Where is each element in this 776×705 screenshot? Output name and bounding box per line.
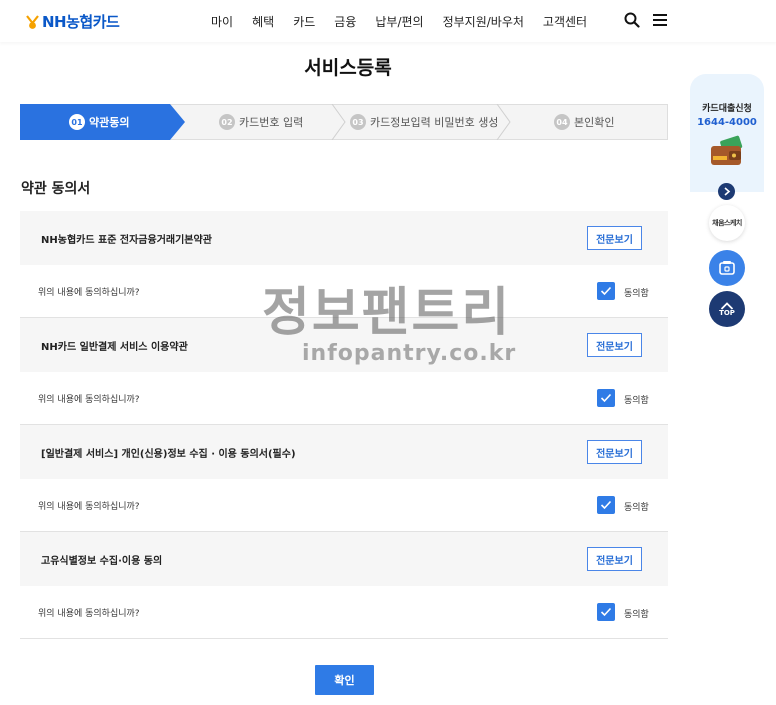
loan-phone: 1644-4000	[697, 117, 757, 128]
term-title: [일반결제 서비스] 개인(신용)정보 수집 · 이용 동의서(필수)	[41, 449, 296, 460]
nav-item-card[interactable]: 카드	[293, 13, 315, 30]
top-button[interactable]: TOP	[709, 291, 745, 327]
agree-checkbox[interactable]	[597, 389, 615, 407]
section-title: 약관 동의서	[21, 181, 91, 197]
loan-arrow-button[interactable]	[718, 183, 735, 200]
step-4: 04 본인확인	[554, 105, 614, 139]
nh-logo[interactable]: NH농협카드	[26, 11, 120, 32]
nav-item-customer-center[interactable]: 고객센터	[543, 13, 587, 30]
step-number: 04	[554, 114, 570, 130]
wallet-app-button[interactable]	[709, 250, 745, 286]
confirm-button[interactable]: 확인	[315, 665, 374, 695]
progress-stepper: 01 약관동의 02 카드번호 입력 03 카드정보입력 비밀번호 생성 04 …	[20, 104, 668, 140]
nav-item-government[interactable]: 정부지원/바우처	[443, 13, 524, 30]
term-header: [일반결제 서비스] 개인(신용)정보 수집 · 이용 동의서(필수) 전문보기	[20, 425, 668, 479]
card-wallet-icon	[719, 261, 735, 275]
check-icon	[600, 393, 612, 403]
term-title: 고유식별정보 수집·이용 동의	[41, 556, 163, 567]
term-header: NH농협카드 표준 전자금융거래기본약관 전문보기	[20, 211, 668, 265]
nav-item-finance[interactable]: 금융	[334, 13, 356, 30]
view-full-text-button[interactable]: 전문보기	[587, 547, 642, 571]
agree-question: 위의 내용에 동의하십니까?	[38, 609, 140, 619]
loan-title: 카드대출신청	[702, 104, 752, 114]
step-label: 카드정보입력 비밀번호 생성	[370, 116, 499, 129]
step-label: 카드번호 입력	[239, 116, 304, 129]
agree-label[interactable]: 동의함	[624, 393, 649, 406]
term-header: 고유식별정보 수집·이용 동의 전문보기	[20, 532, 668, 586]
term-header: NH카드 일반결제 서비스 이용약관 전문보기	[20, 318, 668, 372]
term-title: NH카드 일반결제 서비스 이용약관	[41, 342, 188, 353]
step-label: 본인확인	[574, 116, 615, 129]
step-number: 02	[219, 114, 235, 130]
agree-question: 위의 내용에 동의하십니까?	[38, 288, 140, 298]
step-2: 02 카드번호 입력	[219, 105, 303, 139]
step-number: 01	[69, 114, 85, 130]
agree-question: 위의 내용에 동의하십니까?	[38, 502, 140, 512]
view-full-text-button[interactable]: 전문보기	[587, 333, 642, 357]
card-loan-banner[interactable]: 카드대출신청 1644-4000	[690, 74, 764, 192]
term-agree-row: 위의 내용에 동의하십니까? 동의함	[20, 586, 668, 639]
wallet-icon	[711, 135, 743, 165]
main-nav: 마이 혜택 카드 금융 납부/편의 정부지원/바우처 고객센터	[211, 13, 606, 30]
logo-text: NH농협카드	[42, 13, 120, 31]
term-agree-row: 위의 내용에 동의하십니까? 동의함	[20, 265, 668, 318]
step-3: 03 카드정보입력 비밀번호 생성	[350, 105, 498, 139]
step-number: 03	[350, 114, 366, 130]
view-full-text-button[interactable]: 전문보기	[587, 440, 642, 464]
nav-item-my[interactable]: 마이	[211, 13, 233, 30]
menu-icon[interactable]	[652, 12, 668, 28]
check-icon	[600, 286, 612, 296]
agree-label[interactable]: 동의함	[624, 607, 649, 620]
check-icon	[600, 500, 612, 510]
term-agree-row: 위의 내용에 동의하십니까? 동의함	[20, 479, 668, 532]
page-title: 서비스등록	[304, 57, 392, 79]
term-title: NH농협카드 표준 전자금융거래기본약관	[41, 235, 212, 246]
agree-checkbox[interactable]	[597, 282, 615, 300]
chatbot-label: 채움스케치	[712, 219, 742, 227]
agree-question: 위의 내용에 동의하십니까?	[38, 395, 140, 405]
top-label: TOP	[719, 308, 735, 317]
nh-logo-icon	[26, 14, 39, 30]
nav-item-payment[interactable]: 납부/편의	[375, 13, 423, 30]
step-1: 01 약관동의	[69, 105, 129, 139]
chevron-right-icon	[723, 187, 730, 196]
term-agree-row: 위의 내용에 동의하십니까? 동의함	[20, 372, 668, 425]
chatbot-button[interactable]: 채움스케치	[709, 205, 745, 241]
agree-label[interactable]: 동의함	[624, 286, 649, 299]
view-full-text-button[interactable]: 전문보기	[587, 226, 642, 250]
terms-list: NH농협카드 표준 전자금융거래기본약관 전문보기 위의 내용에 동의하십니까?…	[20, 211, 668, 639]
agree-label[interactable]: 동의함	[624, 500, 649, 513]
agree-checkbox[interactable]	[597, 603, 615, 621]
check-icon	[600, 607, 612, 617]
step-separator-icon	[331, 104, 346, 140]
search-icon[interactable]	[624, 12, 640, 28]
nav-item-benefit[interactable]: 혜택	[252, 13, 274, 30]
agree-checkbox[interactable]	[597, 496, 615, 514]
step-label: 약관동의	[89, 116, 130, 129]
site-header: NH농협카드 마이 혜택 카드 금융 납부/편의 정부지원/바우처 고객센터	[0, 0, 776, 42]
